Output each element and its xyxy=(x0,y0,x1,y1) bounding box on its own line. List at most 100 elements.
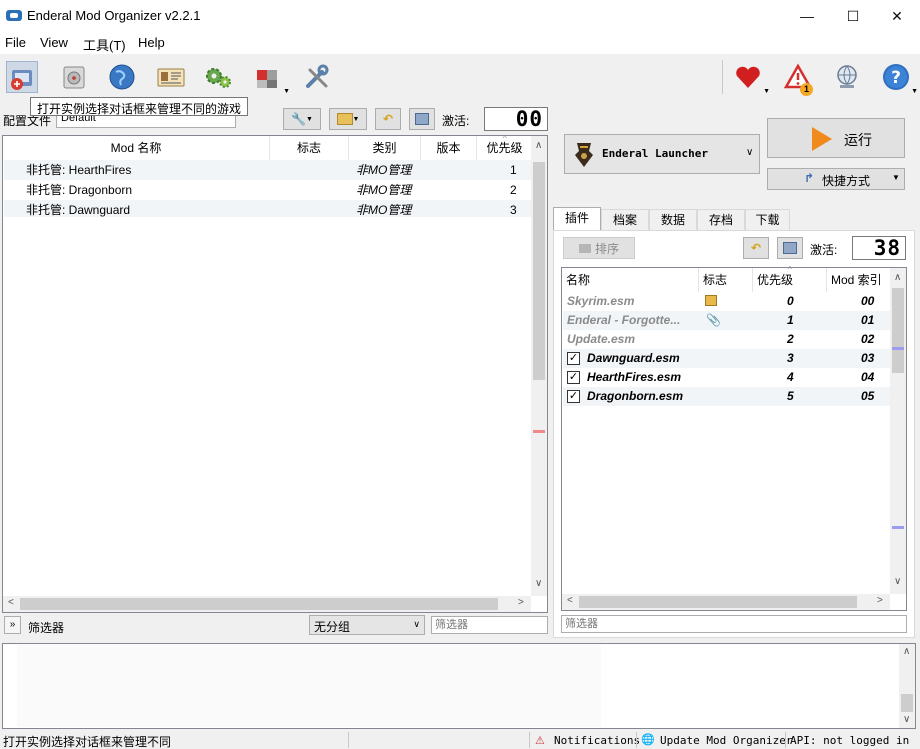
app-icon xyxy=(6,10,22,21)
profile-tools-button[interactable]: 🔧 ▼ xyxy=(283,108,321,130)
executable-select[interactable]: Enderal Launcher ∨ xyxy=(564,134,760,174)
endorse-heart-icon[interactable]: ▼ xyxy=(732,61,770,95)
menu-view[interactable]: View xyxy=(40,35,68,50)
tab-plugins[interactable]: 插件 xyxy=(553,207,601,231)
plugin-row[interactable]: ✓ Dawnguard.esm 3 03 xyxy=(563,349,891,368)
scroll-up-arrow-icon[interactable]: ∧ xyxy=(535,140,542,151)
status-separator xyxy=(529,732,530,748)
tab-data[interactable]: 数据 xyxy=(649,209,697,230)
mod-row[interactable]: 非托管: HearthFires 非MO管理 1 xyxy=(4,160,532,180)
plugin-list-vertical-scrollbar[interactable]: ∧ ∨ xyxy=(890,268,906,594)
scroll-left-arrow-icon[interactable]: < xyxy=(567,595,573,606)
column-header-mod-name[interactable]: Mod 名称 xyxy=(3,136,270,160)
executables-puzzle-icon[interactable]: ▼ xyxy=(252,61,290,95)
plugin-name: Skyrim.esm xyxy=(567,294,635,308)
id-card-icon[interactable] xyxy=(155,61,187,93)
run-button[interactable]: 运行 xyxy=(767,118,905,158)
mod-filter-input[interactable] xyxy=(431,616,548,634)
chevron-down-icon: ∨ xyxy=(746,147,754,158)
menu-help[interactable]: Help xyxy=(138,35,165,50)
plugin-row[interactable]: Enderal - Forgotte... 📎 1 01 xyxy=(563,311,891,330)
help-icon[interactable]: ? ▼ xyxy=(880,61,918,95)
plugin-list[interactable]: 名称 标志 优先级 Mod 索引 ^ Skyrim.esm 0 00 Ender… xyxy=(561,265,907,611)
update-globe-icon[interactable] xyxy=(831,61,863,93)
mod-name: 非托管: Dragonborn xyxy=(26,183,133,197)
column-header-mod-index[interactable]: Mod 索引 xyxy=(827,268,891,292)
column-header-version[interactable]: 版本 xyxy=(421,136,477,160)
scroll-down-arrow-icon[interactable]: ∨ xyxy=(894,576,901,587)
change-instance-icon[interactable] xyxy=(6,61,38,93)
plugin-row[interactable]: ✓ Dragonborn.esm 5 05 xyxy=(563,387,891,406)
maximize-button[interactable]: ☐ xyxy=(830,0,876,32)
active-plugins-label: 激活: xyxy=(810,243,838,257)
plugin-list-horizontal-scrollbar[interactable]: < > xyxy=(562,594,890,610)
tab-archives[interactable]: 档案 xyxy=(601,209,649,230)
backup-plugins-button[interactable] xyxy=(777,237,803,259)
mod-row[interactable]: 非托管: Dawnguard 非MO管理 3 xyxy=(4,200,532,217)
scroll-right-arrow-icon[interactable]: > xyxy=(518,597,524,608)
open-folder-button[interactable]: ▼ xyxy=(329,108,367,130)
plugin-priority: 5 xyxy=(787,389,794,403)
menu-tools[interactable]: 工具(T) xyxy=(83,35,126,54)
scroll-marker xyxy=(533,430,545,433)
browse-nexus-icon[interactable] xyxy=(106,61,138,93)
scroll-thumb[interactable] xyxy=(901,694,913,712)
scroll-left-arrow-icon[interactable]: < xyxy=(8,597,14,608)
scroll-thumb[interactable] xyxy=(20,598,498,610)
tab-downloads[interactable]: 下载 xyxy=(745,209,790,230)
mod-category: 非MO管理 xyxy=(356,203,412,217)
shortcut-button[interactable]: ↱ 快捷方式 ▼ xyxy=(767,168,905,190)
plugin-row[interactable]: ✓ HearthFires.esm 4 04 xyxy=(563,368,891,387)
column-header-name[interactable]: 名称 xyxy=(562,268,699,292)
scroll-thumb[interactable] xyxy=(892,288,904,373)
scroll-thumb[interactable] xyxy=(579,596,857,608)
filter-toggle-button[interactable]: » xyxy=(4,616,21,634)
tab-saves[interactable]: 存档 xyxy=(697,209,745,230)
plugin-priority: 1 xyxy=(787,313,794,327)
plugin-checkbox[interactable]: ✓ xyxy=(567,390,580,403)
scroll-right-arrow-icon[interactable]: > xyxy=(877,595,883,606)
sort-button[interactable]: 排序 xyxy=(563,237,635,259)
wrench-icon: 🔧 xyxy=(291,112,306,126)
restore-plugins-button[interactable]: ↶ xyxy=(743,237,769,259)
settings-gears-icon[interactable] xyxy=(202,61,234,93)
package-icon xyxy=(705,295,717,306)
tools-wrench-icon[interactable] xyxy=(301,61,333,93)
dropdown-arrow-icon: ▼ xyxy=(911,88,918,95)
notifications-warning-icon[interactable]: 1 xyxy=(782,61,814,96)
plugin-row[interactable]: Update.esm 2 02 xyxy=(563,330,891,349)
plugin-row[interactable]: Skyrim.esm 0 00 xyxy=(563,292,891,311)
mod-list-horizontal-scrollbar[interactable]: < > xyxy=(3,596,531,612)
create-backup-button[interactable] xyxy=(409,108,435,130)
scroll-down-arrow-icon[interactable]: ∨ xyxy=(903,714,910,725)
close-button[interactable]: ✕ xyxy=(874,0,920,32)
restore-backup-button[interactable]: ↶ xyxy=(375,108,401,130)
column-header-category[interactable]: 类别 xyxy=(349,136,421,160)
group-select[interactable]: 无分组 ∨ xyxy=(309,615,425,635)
log-vertical-scrollbar[interactable]: ∧ ∨ xyxy=(899,644,915,728)
log-panel[interactable]: ∧ ∨ xyxy=(2,643,916,729)
mod-list-vertical-scrollbar[interactable]: ∧ ∨ xyxy=(531,136,547,596)
plugin-name: HearthFires.esm xyxy=(587,370,682,384)
plugin-index: 03 xyxy=(861,351,875,365)
update-globe-icon: 🌐 xyxy=(641,734,655,746)
mod-row[interactable]: 非托管: Dragonborn 非MO管理 2 xyxy=(4,180,532,200)
status-separator xyxy=(348,732,349,748)
column-header-flags[interactable]: 标志 xyxy=(699,268,753,292)
column-header-flags[interactable]: 标志 xyxy=(270,136,349,160)
scroll-down-arrow-icon[interactable]: ∨ xyxy=(535,578,542,589)
save-icon xyxy=(415,113,429,125)
update-status[interactable]: Update Mod Organizer xyxy=(660,734,792,747)
toolbar-separator xyxy=(722,60,723,94)
plugin-checkbox[interactable]: ✓ xyxy=(567,352,580,365)
scroll-thumb[interactable] xyxy=(533,162,545,380)
scroll-up-arrow-icon[interactable]: ∧ xyxy=(903,646,910,657)
mod-list[interactable]: Mod 名称 标志 类别 版本 优先级 ^ 非托管: HearthFires 非… xyxy=(2,134,548,613)
menu-file[interactable]: File xyxy=(5,35,26,50)
notifications-status[interactable]: Notifications xyxy=(554,734,640,747)
plugin-filter-input[interactable] xyxy=(561,615,907,633)
plugin-checkbox[interactable]: ✓ xyxy=(567,371,580,384)
minimize-button[interactable]: — xyxy=(784,0,830,32)
archive-disk-icon[interactable] xyxy=(58,61,90,93)
scroll-up-arrow-icon[interactable]: ∧ xyxy=(894,272,901,283)
